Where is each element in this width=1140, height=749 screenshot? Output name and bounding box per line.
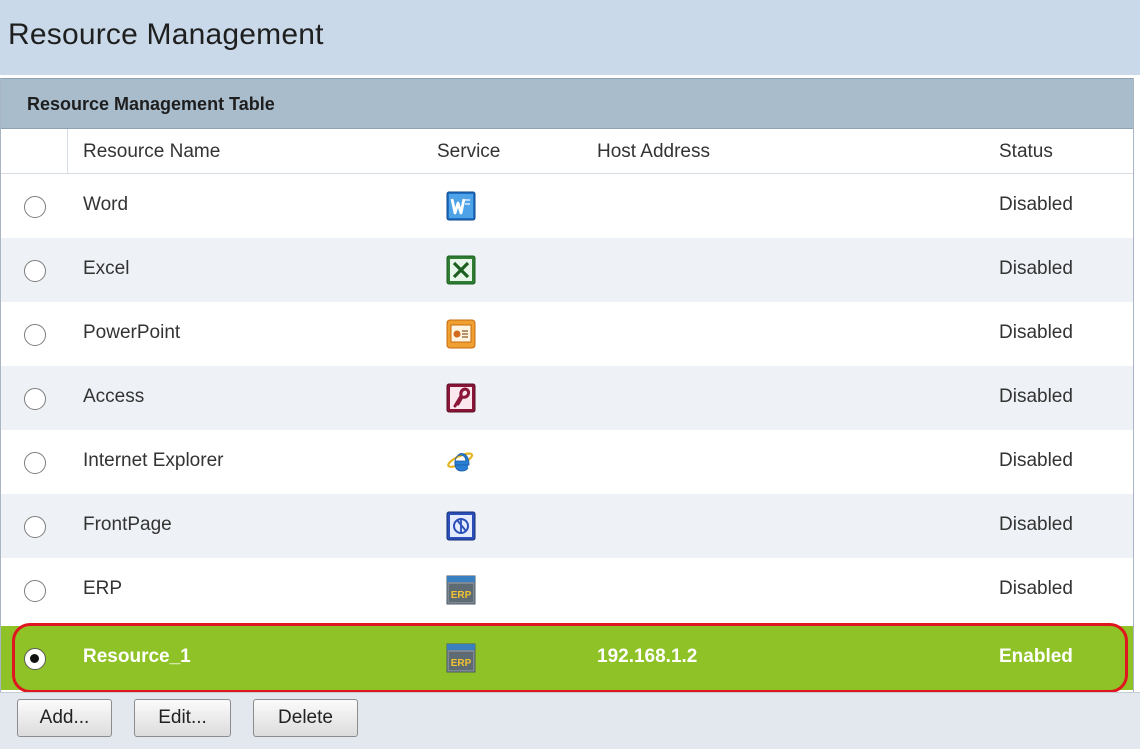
table-row[interactable]: Excel Disabled [1,238,1133,302]
word-icon [446,191,476,221]
resource-name: Excel [83,258,130,279]
row-select-radio[interactable] [24,324,46,346]
erp-icon-label: ERP [451,658,472,669]
status-text: Disabled [999,194,1073,215]
resource-name: Access [83,386,145,407]
status-text: Disabled [999,322,1073,343]
row-select-radio[interactable] [24,388,46,410]
status-text: Enabled [999,646,1073,667]
powerpoint-icon [446,319,476,349]
column-header-host-address: Host Address [597,141,710,162]
erp-icon: ERP [446,575,476,605]
row-select-radio[interactable] [24,196,46,218]
status-text: Disabled [999,578,1073,599]
button-bar: Add... Edit... Delete [0,692,1140,749]
status-text: Disabled [999,258,1073,279]
column-divider [67,129,68,174]
erp-icon-label: ERP [451,590,472,601]
resource-name: FrontPage [83,514,172,535]
page-header: Resource Management [0,0,1140,75]
table-row-selected[interactable]: Resource_1 ERP 192.168.1.2 Enabled [1,626,1133,690]
status-text: Disabled [999,514,1073,535]
resource-name: Resource_1 [83,646,191,667]
table-row[interactable]: Word Disabled [1,174,1133,238]
column-header-status: Status [999,141,1053,162]
edit-button[interactable]: Edit... [134,699,231,737]
table-row[interactable]: PowerPoint Disabled [1,302,1133,366]
row-select-radio[interactable] [24,452,46,474]
host-address: 192.168.1.2 [597,646,698,667]
erp-icon: ERP [446,643,476,673]
column-header-resource-name: Resource Name [83,141,221,162]
add-button[interactable]: Add... [17,699,112,737]
resource-name: ERP [83,578,123,599]
table-title: Resource Management Table [27,94,275,114]
row-select-radio[interactable] [24,580,46,602]
frontpage-icon [446,511,476,541]
row-select-radio[interactable] [24,648,46,670]
table-row[interactable]: FrontPage Disabled [1,494,1133,558]
table-row[interactable]: Internet Explorer Disabled [1,430,1133,494]
table-header-row: Resource Name Service Host Address Statu… [1,129,1133,174]
table-title-bar: Resource Management Table [1,78,1133,129]
internet-explorer-icon [447,452,474,472]
status-text: Disabled [999,386,1073,407]
page-title: Resource Management [8,18,324,51]
resource-name: Word [83,194,129,215]
status-text: Disabled [999,450,1073,471]
column-header-service: Service [437,141,501,162]
delete-button[interactable]: Delete [253,699,358,737]
resource-name: Internet Explorer [83,450,224,471]
excel-icon [446,255,476,285]
access-icon [446,383,476,413]
row-select-radio[interactable] [24,516,46,538]
row-select-radio[interactable] [24,260,46,282]
table-row[interactable]: Access Disabled [1,366,1133,430]
resource-name: PowerPoint [83,322,181,343]
resource-management-table: Resource Management Table Resource Name … [0,78,1134,749]
table-row[interactable]: ERP ERP Disabled [1,558,1133,622]
